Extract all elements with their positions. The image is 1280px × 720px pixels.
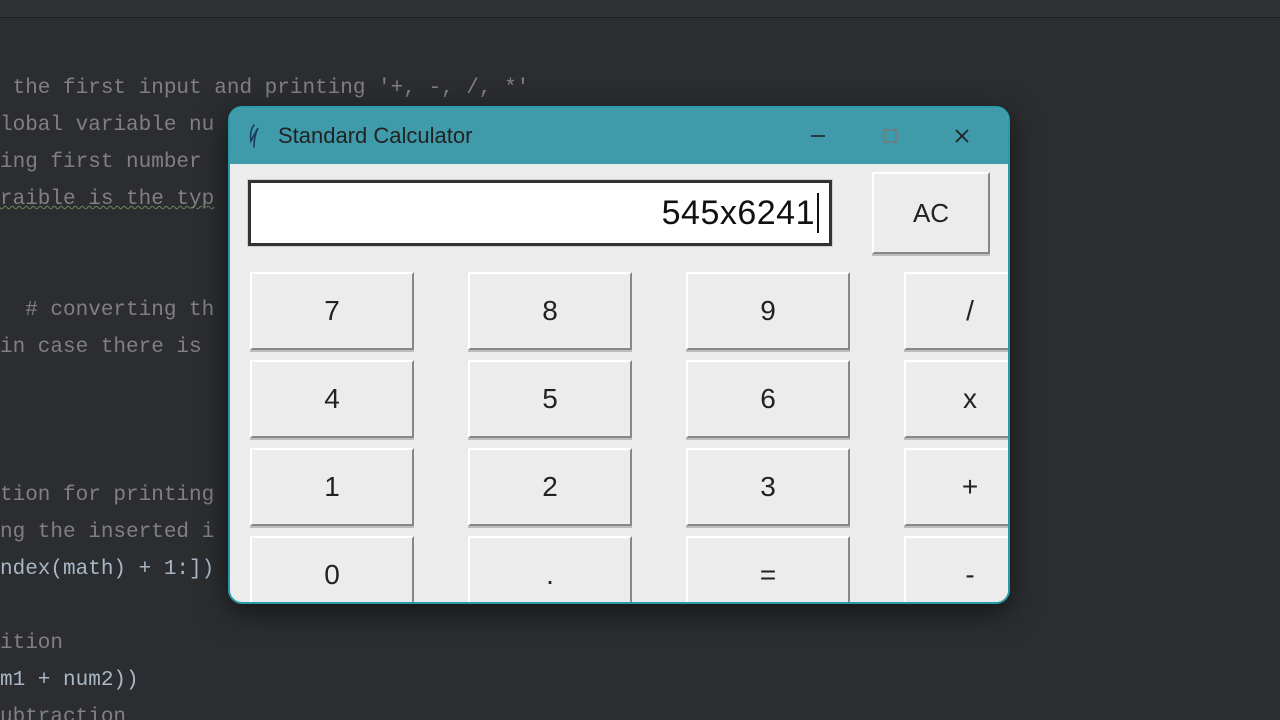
key-minus[interactable]: - <box>904 536 1010 604</box>
key-4[interactable]: 4 <box>250 360 414 438</box>
key-equals[interactable]: = <box>686 536 850 604</box>
code-line: tion for printing <box>0 484 214 507</box>
keypad-grid: 7 8 9 / 4 5 6 x 1 2 3 + 0 . = - <box>250 272 990 604</box>
clear-button[interactable]: AC <box>872 172 990 254</box>
tk-feather-icon <box>244 122 264 150</box>
key-2[interactable]: 2 <box>468 448 632 526</box>
code-line: ing first number <box>0 151 214 174</box>
close-button[interactable] <box>926 108 998 164</box>
minimize-button[interactable] <box>782 108 854 164</box>
code-line: in case there is <box>0 336 214 359</box>
display-field[interactable]: 545x6241 <box>248 180 832 246</box>
code-line: ubtraction <box>0 706 126 720</box>
editor-top-divider <box>0 0 1280 18</box>
code-line: ndex(math) + 1:]) <box>0 558 214 581</box>
calculator-window: Standard Calculator 545x6241 AC 7 8 9 / <box>228 106 1010 604</box>
code-line: ition <box>0 632 63 655</box>
code-line: lobal variable nu <box>0 114 214 137</box>
key-multiply[interactable]: x <box>904 360 1010 438</box>
code-line: raible is the typ <box>0 188 214 211</box>
calculator-body: 545x6241 AC 7 8 9 / 4 5 6 x 1 2 3 + 0 . … <box>230 164 1008 604</box>
code-line: # converting th <box>0 299 214 322</box>
window-title: Standard Calculator <box>278 123 472 149</box>
display-value: 545x6241 <box>662 194 815 233</box>
key-divide[interactable]: / <box>904 272 1010 350</box>
key-plus[interactable]: + <box>904 448 1010 526</box>
maximize-button[interactable] <box>854 108 926 164</box>
code-line: m1 + num2)) <box>0 669 139 692</box>
key-6[interactable]: 6 <box>686 360 850 438</box>
key-9[interactable]: 9 <box>686 272 850 350</box>
display-row: 545x6241 AC <box>248 180 990 254</box>
text-caret <box>817 193 819 233</box>
code-line: ng the inserted i <box>0 521 214 544</box>
key-8[interactable]: 8 <box>468 272 632 350</box>
key-7[interactable]: 7 <box>250 272 414 350</box>
key-5[interactable]: 5 <box>468 360 632 438</box>
key-0[interactable]: 0 <box>250 536 414 604</box>
key-3[interactable]: 3 <box>686 448 850 526</box>
code-line: the first input and printing '+, -, /, *… <box>0 77 529 100</box>
key-decimal[interactable]: . <box>468 536 632 604</box>
key-1[interactable]: 1 <box>250 448 414 526</box>
titlebar[interactable]: Standard Calculator <box>230 108 1008 164</box>
